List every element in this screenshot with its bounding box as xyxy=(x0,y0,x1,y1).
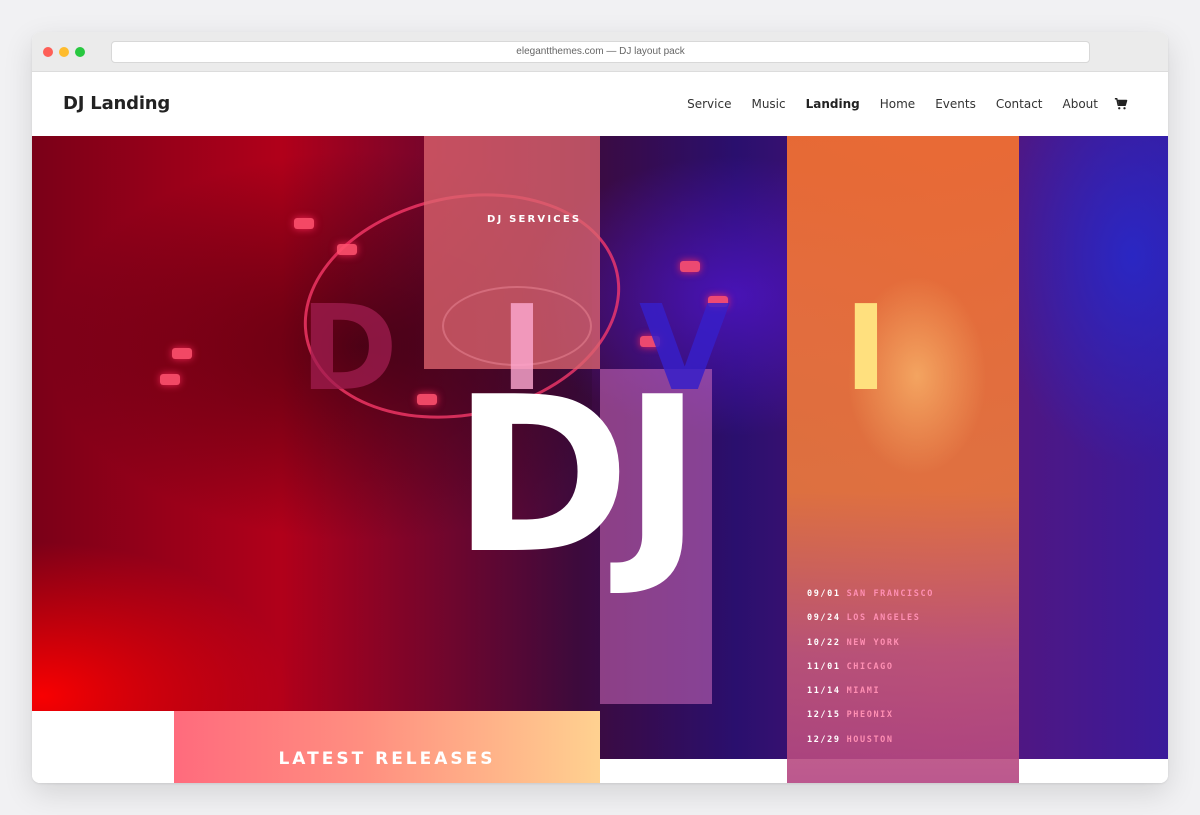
mixer-knob xyxy=(294,218,314,229)
section-divider xyxy=(32,711,174,783)
site-logo[interactable]: DJ Landing xyxy=(63,92,170,116)
browser-window: elegantthemes.com — DJ layout pack DJ La… xyxy=(32,32,1168,783)
list-item[interactable]: 12/15 PHEONIX xyxy=(807,709,934,733)
tour-dates-list: 09/01 SAN FRANCISCO 09/24 LOS ANGELES 10/2… xyxy=(807,588,934,758)
list-item[interactable]: 12/29 HOUSTON xyxy=(807,734,934,758)
latest-releases-label: LATEST RELEASES xyxy=(278,749,496,769)
nav-item-contact[interactable]: Contact xyxy=(996,96,1043,112)
main-nav: Service Music Landing Home Events Contac… xyxy=(667,96,1128,112)
event-city: PHEONIX xyxy=(846,710,894,721)
list-item[interactable]: 11/01 CHICAGO xyxy=(807,661,934,685)
nav-item-landing[interactable]: Landing xyxy=(806,96,860,112)
site-header: DJ Landing Service Music Landing Home Ev… xyxy=(32,72,1168,136)
list-item[interactable]: 09/01 SAN FRANCISCO xyxy=(807,588,934,612)
nav-item-events[interactable]: Events xyxy=(935,96,976,112)
close-window-button[interactable] xyxy=(43,47,53,57)
list-item[interactable]: 09/24 LOS ANGELES xyxy=(807,612,934,636)
nav-item-service[interactable]: Service xyxy=(687,96,731,112)
list-item[interactable]: 10/22 NEW YORK xyxy=(807,637,934,661)
mixer-knob xyxy=(172,348,192,359)
event-date: 12/29 xyxy=(807,734,841,745)
divi-letter-i: I xyxy=(844,279,888,417)
mixer-knob xyxy=(680,261,700,272)
maximize-window-button[interactable] xyxy=(75,47,85,57)
nav-item-about[interactable]: About xyxy=(1063,96,1098,112)
mixer-knob xyxy=(337,244,357,255)
event-date: 09/01 xyxy=(807,589,841,599)
cart-icon[interactable] xyxy=(1114,97,1128,111)
hero-section: DJ SERVICES D I V I DJ 09/01 SAN FRANCISC… xyxy=(32,136,1168,783)
divi-letter-d: D xyxy=(300,279,398,417)
event-city: SAN FRANCISCO xyxy=(846,589,934,599)
mixer-knob xyxy=(417,394,437,405)
mixer-knob xyxy=(160,374,180,385)
event-city: LOS ANGELES xyxy=(846,613,921,624)
browser-titlebar: elegantthemes.com — DJ layout pack xyxy=(32,32,1168,72)
services-label: DJ SERVICES xyxy=(487,214,582,225)
event-date: 09/24 xyxy=(807,613,841,624)
list-item[interactable]: 11/14 MIAMI xyxy=(807,685,934,709)
minimize-window-button[interactable] xyxy=(59,47,69,57)
event-city: NEW YORK xyxy=(846,637,901,648)
nav-item-home[interactable]: Home xyxy=(880,96,915,112)
address-bar[interactable]: elegantthemes.com — DJ layout pack xyxy=(111,41,1090,63)
event-city: HOUSTON xyxy=(846,734,894,745)
event-city: CHICAGO xyxy=(846,661,894,672)
section-divider xyxy=(600,759,787,783)
event-date: 12/15 xyxy=(807,710,841,721)
event-city: MIAMI xyxy=(846,686,881,697)
hero-title: DJ xyxy=(452,350,702,601)
event-date: 11/14 xyxy=(807,686,841,697)
section-divider xyxy=(1019,759,1168,783)
latest-releases-banner[interactable]: LATEST RELEASES xyxy=(174,711,600,783)
nav-item-music[interactable]: Music xyxy=(751,96,785,112)
event-date: 11/01 xyxy=(807,661,841,672)
event-date: 10/22 xyxy=(807,637,841,648)
